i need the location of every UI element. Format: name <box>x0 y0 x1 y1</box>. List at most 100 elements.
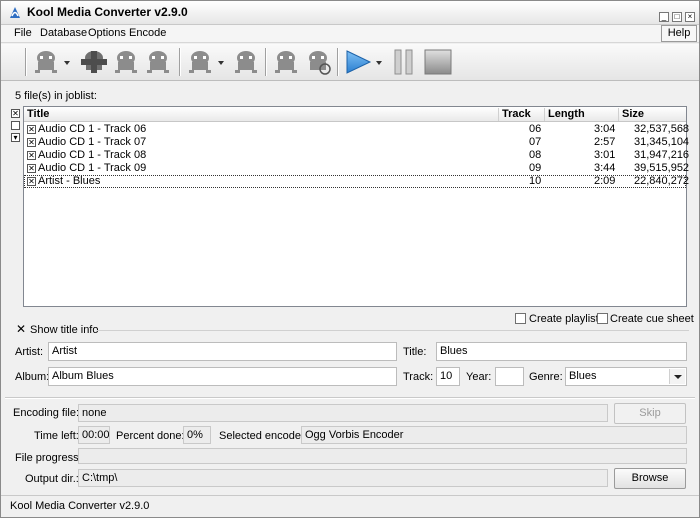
menu-database[interactable]: Database <box>40 27 87 39</box>
row-checkbox[interactable]: ✕ <box>27 151 36 160</box>
selected-encoder-label: Selected encoder: <box>219 430 308 442</box>
row-length: 2:09 <box>594 175 616 187</box>
chevron-down-icon[interactable] <box>375 57 383 67</box>
browse-button[interactable]: Browse <box>614 468 686 489</box>
status-text: Kool Media Converter v2.9.0 <box>10 500 150 512</box>
convert-icon[interactable] <box>303 48 333 76</box>
menu-options[interactable]: Options <box>88 27 126 39</box>
table-row-selected[interactable]: ✕ Artist - Blues 10 2:09 22,840,272 <box>24 175 690 188</box>
encoding-file-value: none <box>78 404 608 422</box>
lookup-icon[interactable] <box>271 48 301 76</box>
file-progress-label: File progress: <box>15 452 82 464</box>
output-dir-label: Output dir.: <box>25 473 79 485</box>
row-title: Audio CD 1 - Track 09 <box>38 162 147 174</box>
column-header-title[interactable]: Title <box>24 108 498 121</box>
database-icon[interactable] <box>185 48 215 76</box>
year-input[interactable] <box>495 367 524 386</box>
genre-select[interactable]: Blues <box>565 367 687 386</box>
app-window: Kool Media Converter v2.9.0 File Databas… <box>0 0 700 518</box>
row-size: 32,537,568 <box>634 123 690 135</box>
album-input[interactable]: Album Blues <box>48 367 397 386</box>
chevron-down-icon[interactable] <box>669 369 685 384</box>
table-row[interactable]: ✕ Audio CD 1 - Track 07 07 2:57 31,345,1… <box>24 136 690 149</box>
row-title: Artist - Blues <box>38 175 101 187</box>
create-cue-sheet-checkbox[interactable] <box>597 313 608 324</box>
row-track: 07 <box>529 136 542 148</box>
track-input[interactable]: 10 <box>436 367 460 386</box>
chevron-down-icon[interactable] <box>217 57 225 67</box>
window-title: Kool Media Converter v2.9.0 <box>27 5 188 19</box>
row-track: 08 <box>529 149 542 161</box>
row-checkbox[interactable]: ✕ <box>27 138 36 147</box>
percent-done-label: Percent done: <box>116 430 185 442</box>
chevron-down-icon[interactable] <box>63 57 71 67</box>
row-length: 3:44 <box>594 162 616 174</box>
row-length: 2:57 <box>594 136 616 148</box>
genre-label: Genre: <box>529 371 563 383</box>
selected-encoder-value: Ogg Vorbis Encoder <box>301 426 687 444</box>
menu-file[interactable]: File <box>14 27 32 39</box>
genre-selected-value: Blues <box>569 370 597 382</box>
row-track: 10 <box>529 175 542 187</box>
row-size: 31,345,104 <box>634 136 690 148</box>
encoding-file-label: Encoding file: <box>13 407 80 419</box>
remove-icon[interactable] <box>143 48 173 76</box>
row-track: 09 <box>529 162 542 174</box>
artist-input[interactable]: Artist <box>48 342 397 361</box>
row-size: 31,947,216 <box>634 149 690 161</box>
create-playlist-label: Create playlist <box>529 313 599 325</box>
joblist-table[interactable]: Title Track Length Size ✕ Audio CD 1 - T… <box>23 106 690 307</box>
invert-check-button[interactable]: ▾ <box>11 133 20 142</box>
pause-icon[interactable] <box>389 48 419 76</box>
toolbar-separator <box>265 48 267 76</box>
row-length: 3:04 <box>594 123 616 135</box>
check-all-button[interactable]: ✕ <box>11 109 20 118</box>
track-label: Track: <box>403 371 434 383</box>
minimize-icon[interactable]: _ <box>659 12 669 22</box>
row-checkbox[interactable]: ✕ <box>27 164 36 173</box>
joblist-count-label: 5 file(s) in joblist: <box>15 90 97 102</box>
title-bar: Kool Media Converter v2.9.0 <box>1 1 699 25</box>
toolbar-separator <box>179 48 181 76</box>
row-checkbox[interactable]: ✕ <box>27 125 36 134</box>
row-size: 39,515,952 <box>634 162 690 174</box>
add-files-icon[interactable] <box>31 48 61 76</box>
play-icon[interactable] <box>343 48 373 76</box>
output-dir-value[interactable]: C:\tmp\ <box>78 469 608 487</box>
group-divider <box>97 330 689 331</box>
artist-label: Artist: <box>15 346 44 358</box>
uncheck-all-button[interactable] <box>11 121 20 130</box>
table-row[interactable]: ✕ Audio CD 1 - Track 09 09 3:44 39,515,9… <box>24 162 690 175</box>
row-title: Audio CD 1 - Track 08 <box>38 149 147 161</box>
table-row[interactable]: ✕ Audio CD 1 - Track 08 08 3:01 31,947,2… <box>24 149 690 162</box>
add-cd-icon[interactable] <box>79 48 109 76</box>
app-logo-icon <box>10 7 20 18</box>
create-playlist-checkbox[interactable] <box>515 313 526 324</box>
edit-icon[interactable] <box>111 48 141 76</box>
row-size: 22,840,272 <box>634 175 690 187</box>
album-label: Album: <box>15 371 50 383</box>
row-track: 06 <box>529 123 542 135</box>
stop-icon[interactable] <box>423 48 453 76</box>
toolbar-separator <box>25 48 27 76</box>
column-header-track[interactable]: Track <box>498 108 544 121</box>
row-checkbox[interactable]: ✕ <box>27 177 36 186</box>
show-title-info-checkbox[interactable]: ✕ <box>16 323 27 335</box>
status-bar: Kool Media Converter v2.9.0 <box>1 495 699 517</box>
time-left-label: Time left: <box>34 430 79 442</box>
row-title: Audio CD 1 - Track 07 <box>38 136 147 148</box>
tag-icon[interactable] <box>231 48 261 76</box>
skip-button[interactable]: Skip <box>614 403 686 424</box>
close-icon[interactable]: × <box>685 12 695 22</box>
menu-help[interactable]: Help <box>661 25 697 42</box>
create-cue-sheet-label: Create cue sheet <box>610 313 694 325</box>
menu-bar: File Database Options Encode _ □ × <box>1 12 699 43</box>
column-header-size[interactable]: Size <box>618 108 686 121</box>
column-header-length[interactable]: Length <box>544 108 618 121</box>
file-progress-bar <box>78 448 687 464</box>
maximize-icon[interactable]: □ <box>672 12 682 22</box>
table-row[interactable]: ✕ Audio CD 1 - Track 06 06 3:04 32,537,5… <box>24 123 690 136</box>
menu-encode[interactable]: Encode <box>129 27 166 39</box>
title-input[interactable]: Blues <box>436 342 687 361</box>
year-label: Year: <box>466 371 492 383</box>
